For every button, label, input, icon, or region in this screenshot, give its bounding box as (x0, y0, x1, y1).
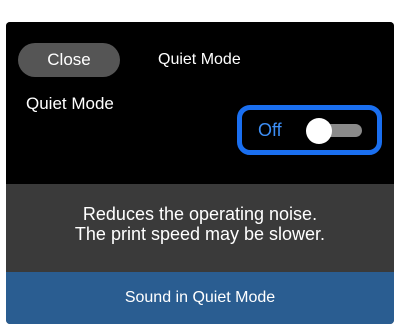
sound-in-quiet-mode-button[interactable]: Sound in Quiet Mode (6, 272, 394, 324)
description-line-2: The print speed may be slower. (74, 224, 326, 244)
toggle-state-label: Off (258, 120, 282, 140)
quiet-mode-setting-row: Quiet Mode Off (6, 90, 394, 184)
footer-label: Sound in Quiet Mode (124, 289, 276, 306)
description-text: Reduces the operating noise. The print s… (6, 204, 394, 244)
toggle-knob (306, 118, 332, 144)
close-button[interactable]: Close (18, 43, 120, 77)
setting-label: Quiet Mode (26, 94, 114, 113)
screen-title: Quiet Mode (158, 51, 241, 68)
top-bar: Close Quiet Mode (6, 22, 394, 90)
printer-panel-screen: Close Quiet Mode Quiet Mode Off Reduces … (6, 22, 394, 324)
description-line-1: Reduces the operating noise. (82, 204, 318, 224)
quiet-mode-toggle[interactable]: Off (237, 105, 382, 155)
